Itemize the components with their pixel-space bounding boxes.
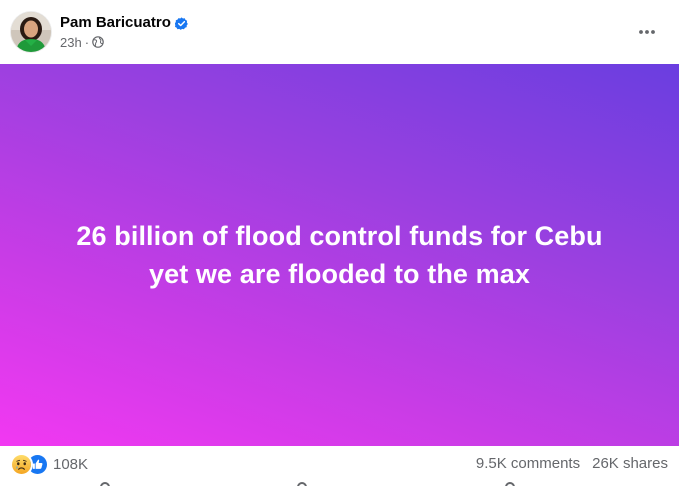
meta-separator: · xyxy=(84,34,90,50)
post-text-line-2: yet we are flooded to the max xyxy=(149,259,530,289)
comment-action-icon[interactable] xyxy=(297,482,307,486)
post-timestamp[interactable]: 23h xyxy=(60,35,82,50)
share-action-icon[interactable] xyxy=(505,482,515,486)
shares-count-link[interactable]: 26K shares xyxy=(592,455,668,472)
like-action-icon[interactable] xyxy=(100,482,110,486)
post-meta: 23h · xyxy=(60,34,104,50)
author-avatar[interactable] xyxy=(11,12,51,52)
reaction-count: 108K xyxy=(53,456,89,473)
comments-count-link[interactable]: 9.5K comments xyxy=(476,455,580,472)
engagement-stats: 9.5K comments 26K shares xyxy=(476,455,668,472)
post-stats-bar: 108K 9.5K comments 26K shares xyxy=(0,446,679,486)
post-text: 26 billion of flood control funds for Ce… xyxy=(30,217,650,293)
reactions-summary[interactable]: 108K xyxy=(12,455,88,474)
more-options-button[interactable] xyxy=(633,18,661,46)
verified-badge-icon xyxy=(174,16,188,30)
avatar-photo-icon xyxy=(11,12,51,52)
post-background-text[interactable]: 26 billion of flood control funds for Ce… xyxy=(0,64,679,446)
facebook-post: Pam Baricuatro 23h · 26 billion of flood… xyxy=(0,0,679,486)
author-row: Pam Baricuatro xyxy=(60,13,188,33)
more-horizontal-icon xyxy=(639,30,655,34)
action-bar-partial xyxy=(0,481,679,486)
globe-icon[interactable] xyxy=(92,36,104,48)
post-text-line-1: 26 billion of flood control funds for Ce… xyxy=(76,221,603,251)
author-name[interactable]: Pam Baricuatro xyxy=(60,13,171,33)
sad-reaction-icon xyxy=(12,455,31,474)
post-header: Pam Baricuatro 23h · xyxy=(0,0,679,64)
